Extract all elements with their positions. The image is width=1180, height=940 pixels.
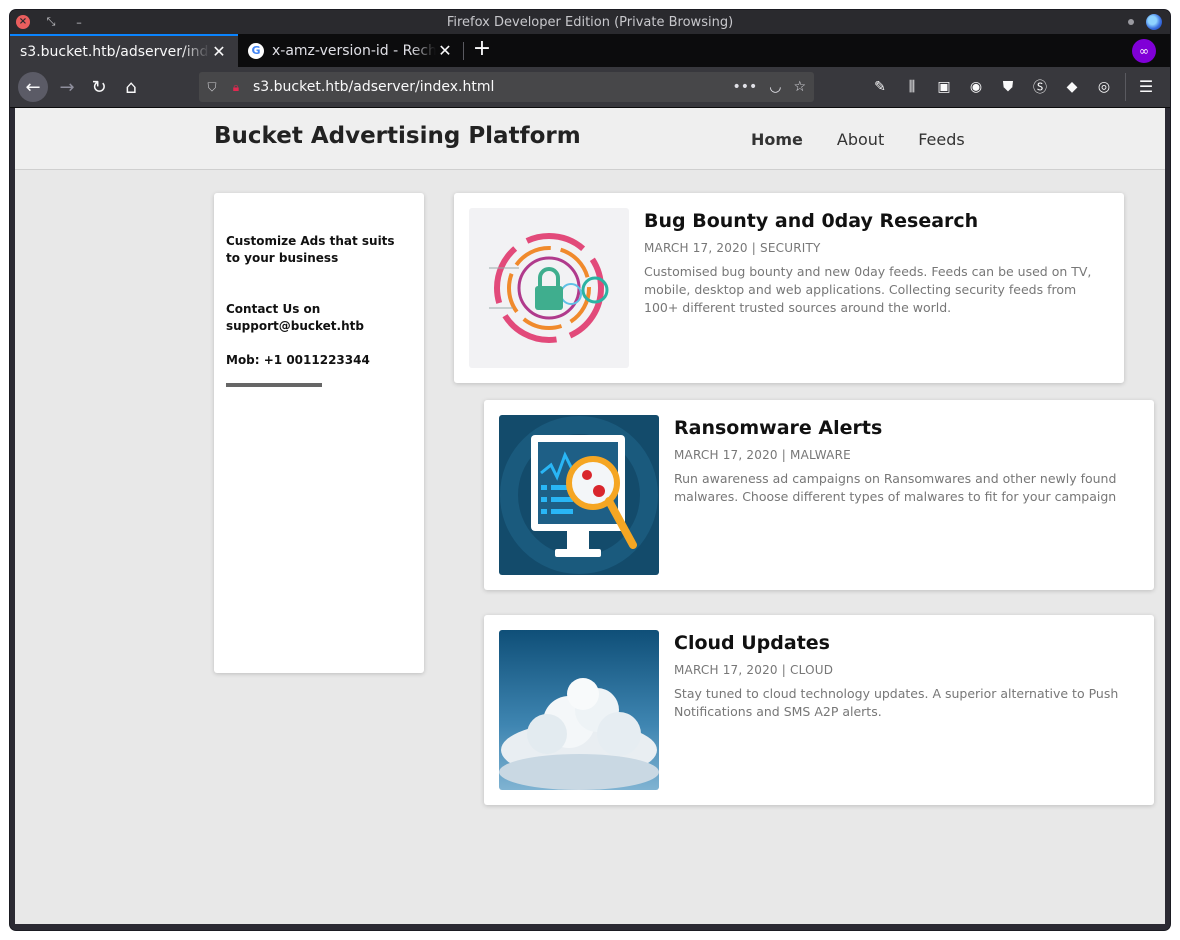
sidebar-contact: Contact Us on support@bucket.htb — [226, 302, 364, 333]
card-body: Bug Bounty and 0day Research MARCH 17, 2… — [644, 210, 1110, 317]
card-description: Run awareness ad campaigns on Ransomware… — [674, 471, 1117, 504]
nav-home-link[interactable]: Home — [751, 130, 803, 149]
tab-adserver[interactable]: s3.bucket.htb/adserver/index.html ✕ — [10, 34, 238, 67]
site-brand[interactable]: Bucket Advertising Platform — [214, 123, 581, 149]
tab-separator — [463, 42, 464, 60]
tab-bar: s3.bucket.htb/adserver/index.html ✕ G x-… — [10, 34, 1170, 67]
toolbar-icons: ✎ ⫼ ▣ ◉ ⛊ Ⓢ ◆ ◎ — [870, 77, 1114, 97]
card-title[interactable]: Bug Bounty and 0day Research — [644, 210, 1110, 232]
url-text[interactable]: s3.bucket.htb/adserver/index.html — [247, 79, 732, 95]
toolbar-separator — [1125, 73, 1126, 101]
card-body: Ransomware Alerts MARCH 17, 2020 | MALWA… — [674, 417, 1140, 506]
minimize-window-icon[interactable]: – — [72, 16, 86, 29]
page-actions-icon[interactable]: ••• — [732, 79, 757, 95]
card-meta: MARCH 17, 2020 | MALWARE — [674, 448, 851, 462]
card-description: Customised bug bounty and new 0day feeds… — [644, 264, 1092, 315]
back-icon[interactable]: ← — [18, 72, 48, 102]
private-browsing-icon: ∞ — [1132, 39, 1156, 63]
card-meta: MARCH 17, 2020 | SECURITY — [644, 241, 821, 255]
card-body: Cloud Updates MARCH 17, 2020 | CLOUD Sta… — [674, 632, 1140, 721]
window-title: Firefox Developer Edition (Private Brows… — [446, 14, 734, 30]
close-window-icon[interactable]: × — [16, 15, 30, 29]
sidebar-icon[interactable]: ▣ — [934, 77, 954, 97]
page-viewport: Bucket Advertising Platform Home About F… — [15, 108, 1165, 924]
google-icon: G — [248, 42, 264, 59]
restore-window-icon[interactable]: ⤡ — [44, 15, 58, 29]
card-title[interactable]: Cloud Updates — [674, 632, 1140, 654]
tab-close-icon[interactable]: ✕ — [210, 42, 228, 61]
card-meta: MARCH 17, 2020 | CLOUD — [674, 663, 834, 677]
url-actions: ••• ◡ ☆ — [732, 79, 814, 95]
nav-feeds-link[interactable]: Feeds — [918, 130, 965, 149]
site-nav: Home About Feeds — [751, 130, 965, 149]
reload-icon[interactable]: ↻ — [84, 72, 114, 102]
cookie-icon[interactable]: ◎ — [1094, 77, 1114, 97]
bookmark-star-icon[interactable]: ☆ — [793, 79, 806, 95]
firefox-logo-icon — [1146, 14, 1162, 30]
tracking-shield-icon[interactable]: ⛉ — [199, 80, 225, 95]
s-extension-icon[interactable]: Ⓢ — [1030, 77, 1050, 97]
malware-monitor-image — [499, 415, 659, 575]
new-tab-icon[interactable]: + — [470, 38, 494, 62]
tab-title: x-amz-version-id - Recherche Google — [272, 42, 436, 59]
title-bar: × ⤡ – Firefox Developer Edition (Private… — [10, 10, 1170, 34]
nav-about-link[interactable]: About — [837, 130, 884, 149]
pocket-icon[interactable]: ◡ — [769, 79, 781, 95]
feed-card: Ransomware Alerts MARCH 17, 2020 | MALWA… — [484, 400, 1154, 590]
sidebar-panel: Customize Ads that suits to your busines… — [214, 193, 424, 673]
hamburger-menu-icon[interactable]: ☰ — [1136, 77, 1156, 97]
sidebar-tagline: Customize Ads that suits to your busines… — [226, 234, 395, 265]
forward-icon[interactable]: → — [52, 72, 82, 102]
status-dot-icon — [1128, 19, 1134, 25]
title-right-icons — [1128, 14, 1162, 30]
cloud-sky-image — [499, 630, 659, 790]
wrench-icon[interactable]: ✎ — [870, 77, 890, 97]
gem-extension-icon[interactable]: ◆ — [1062, 77, 1082, 97]
account-icon[interactable]: ◉ — [966, 77, 986, 97]
url-bar[interactable]: ⛉ 🔒︎ s3.bucket.htb/adserver/index.html •… — [199, 72, 814, 102]
feed-card: Bug Bounty and 0day Research MARCH 17, 2… — [454, 193, 1124, 383]
library-icon[interactable]: ⫼ — [902, 77, 922, 97]
tab-close-icon[interactable]: ✕ — [436, 41, 454, 60]
tab-title: s3.bucket.htb/adserver/index.html — [20, 43, 210, 60]
browser-window: × ⤡ – Firefox Developer Edition (Private… — [10, 10, 1170, 930]
sidebar-mobile: Mob: +1 0011223344 — [226, 353, 370, 367]
insecure-lock-icon[interactable]: 🔒︎ — [225, 80, 247, 95]
security-lock-image — [469, 208, 629, 368]
sidebar-divider — [226, 383, 322, 387]
card-description: Stay tuned to cloud technology updates. … — [674, 686, 1119, 719]
feed-card: Cloud Updates MARCH 17, 2020 | CLOUD Sta… — [484, 615, 1154, 805]
ublock-icon[interactable]: ⛊ — [998, 77, 1018, 97]
card-title[interactable]: Ransomware Alerts — [674, 417, 1140, 439]
home-icon[interactable]: ⌂ — [116, 72, 146, 102]
tab-google-search[interactable]: G x-amz-version-id - Recherche Google ✕ — [238, 34, 464, 67]
window-controls: × ⤡ – — [16, 15, 86, 29]
navigation-bar: ← → ↻ ⌂ ⛉ 🔒︎ s3.bucket.htb/adserver/inde… — [10, 67, 1170, 108]
site-header: Bucket Advertising Platform Home About F… — [15, 108, 1165, 170]
